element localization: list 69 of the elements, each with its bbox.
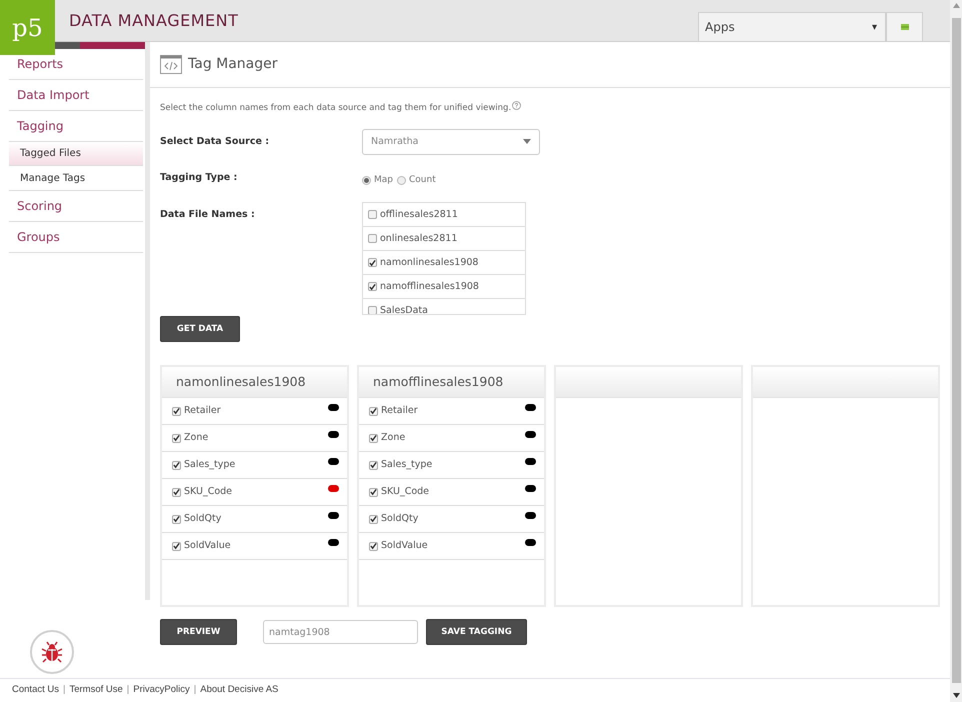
checkbox[interactable] <box>172 488 181 497</box>
checkbox[interactable] <box>368 258 377 268</box>
help-icon[interactable] <box>512 101 522 110</box>
column-name: SoldValue <box>381 539 429 554</box>
column-name: Sales_type <box>184 458 236 472</box>
radio-option[interactable]: Count <box>397 174 436 188</box>
apps-select[interactable]: Apps ▾ <box>698 12 886 41</box>
checkbox[interactable] <box>369 514 378 524</box>
sidebar-subitem[interactable]: Manage Tags <box>9 166 143 190</box>
sidebar-item[interactable]: Scoring <box>9 191 143 222</box>
app-title: DATA MANAGEMENT <box>69 10 238 32</box>
footer-link[interactable]: PrivacyPolicy <box>133 683 190 698</box>
checkbox[interactable] <box>172 514 181 524</box>
footer-link[interactable]: Termsof Use <box>69 683 123 698</box>
get-data-button[interactable]: GET DATA <box>160 316 240 342</box>
checkbox[interactable] <box>172 542 181 551</box>
column-name: SKU_Code <box>184 485 234 500</box>
column-name: SoldQty <box>381 512 420 526</box>
caret-icon <box>523 139 531 144</box>
sidebar-item[interactable]: Groups <box>9 222 143 253</box>
file-name[interactable]: SalesData <box>380 304 428 314</box>
field-label: Tagging Type : <box>160 170 238 185</box>
tag-name-field[interactable]: namtag1908 <box>263 620 418 644</box>
footer-link[interactable]: About Decisive AS <box>200 683 278 698</box>
bug-report-button[interactable] <box>30 630 74 674</box>
scrollbar-thumb[interactable] <box>952 18 960 683</box>
separator: | <box>63 683 66 698</box>
separator: | <box>126 683 130 698</box>
checkbox[interactable] <box>172 406 181 416</box>
checkbox[interactable] <box>369 488 378 497</box>
radio-option[interactable]: Map <box>362 174 393 188</box>
bug-icon <box>41 641 63 663</box>
file-name[interactable]: offlinesales2811 <box>380 208 458 222</box>
page-title: Tag Manager <box>188 55 278 74</box>
checkbox[interactable] <box>172 434 181 443</box>
description-text: Select the column names from each data source and tag them for unified viewing. <box>160 102 512 115</box>
checkbox[interactable] <box>369 406 378 416</box>
preview-button[interactable]: PREVIEW <box>160 619 237 646</box>
column-name: Sales_type <box>381 458 434 472</box>
footer-link[interactable]: Contact Us <box>12 683 59 698</box>
checkbox[interactable] <box>369 434 378 443</box>
column-name: SKU_Code <box>381 485 430 500</box>
sidebar-item[interactable]: Reports <box>9 49 143 80</box>
field-label: Select Data Source : <box>160 134 270 149</box>
file-name[interactable]: namofflinesales1908 <box>380 280 479 294</box>
column-name: Zone <box>184 431 210 446</box>
code-window-icon <box>160 55 182 74</box>
column-name: Zone <box>381 431 406 446</box>
checkbox[interactable] <box>369 542 378 551</box>
column-name: SoldValue <box>184 539 232 554</box>
sidebar-subitem[interactable]: Tagged Files <box>9 142 143 166</box>
file-name[interactable]: onlinesales2811 <box>380 232 458 246</box>
checkbox[interactable] <box>368 282 377 292</box>
menu-icon <box>900 24 908 30</box>
separator: | <box>194 683 196 698</box>
checkbox[interactable] <box>368 234 377 244</box>
scroll-down-icon[interactable] <box>952 693 960 698</box>
checkbox[interactable] <box>172 460 181 470</box>
file-name[interactable]: namonlinesales1908 <box>380 256 478 270</box>
data-source-select[interactable]: Namratha <box>362 128 540 155</box>
checkbox[interactable] <box>368 210 377 220</box>
save-tagging-button[interactable]: SAVE TAGGING <box>426 619 527 646</box>
column-name: SoldQty <box>184 512 222 526</box>
field-label: Data File Names : <box>160 208 256 222</box>
column-name: Retailer <box>184 404 222 418</box>
sidebar-item[interactable]: Data Import <box>9 80 143 111</box>
column-name: Retailer <box>381 404 419 418</box>
checkbox[interactable] <box>369 460 378 470</box>
checkbox[interactable] <box>368 306 377 314</box>
